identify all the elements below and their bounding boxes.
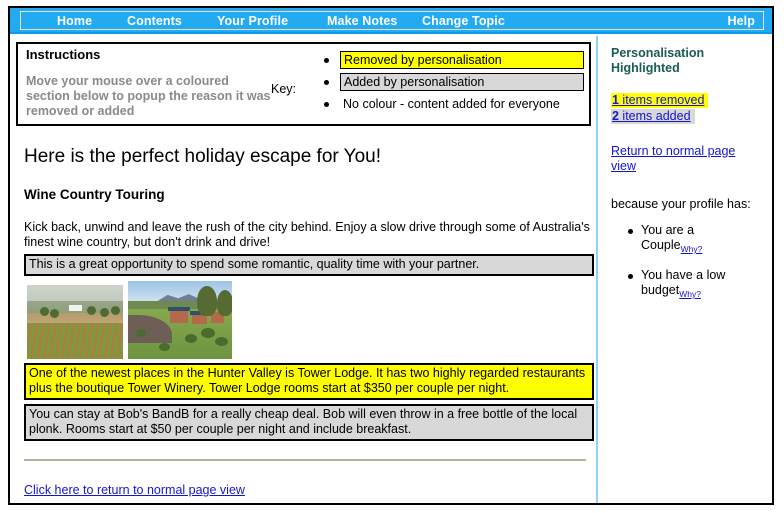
bullet-icon bbox=[628, 274, 633, 279]
personalisation-sidebar: Personalisation Highlighted 1 items remo… bbox=[600, 36, 772, 503]
key-row-added: Added by personalisation bbox=[318, 73, 596, 93]
profile-reason-list: You are a CoupleWhy? You have a low budg… bbox=[609, 223, 760, 299]
horizontal-divider bbox=[24, 459, 586, 461]
browser-window: Home Contents Your Profile Make Notes Ch… bbox=[8, 6, 774, 505]
key-row-none: No colour - content added for everyone bbox=[318, 95, 596, 115]
content-block-partner[interactable]: This is a great opportunity to spend som… bbox=[24, 254, 594, 276]
key-legend-list: Removed by personalisation Added by pers… bbox=[318, 51, 596, 117]
stat-items-added[interactable]: 2 items added bbox=[611, 109, 695, 124]
return-to-normal-view-link[interactable]: Click here to return to normal page view bbox=[24, 483, 245, 497]
sidebar-stats: 1 items removed 2 items added bbox=[611, 93, 760, 124]
removed-label: items removed bbox=[618, 93, 705, 107]
why-link[interactable]: Why? bbox=[679, 289, 701, 299]
nav-item-contents[interactable]: Contents bbox=[127, 14, 182, 28]
stat-items-removed[interactable]: 1 items removed bbox=[611, 93, 709, 108]
profile-item-couple: You are a CoupleWhy? bbox=[628, 223, 737, 254]
instructions-title: Instructions bbox=[26, 47, 101, 62]
bullet-icon bbox=[324, 58, 329, 63]
nav-item-change-topic[interactable]: Change Topic bbox=[422, 14, 505, 28]
page-title: Here is the perfect holiday escape for Y… bbox=[24, 146, 382, 167]
added-count: 2 bbox=[612, 109, 619, 123]
nav-item-make-notes[interactable]: Make Notes bbox=[327, 14, 397, 28]
page-columns: Instructions Move your mouse over a colo… bbox=[10, 36, 772, 503]
sidebar-return-link[interactable]: Return to normal page view bbox=[611, 144, 751, 174]
bullet-icon bbox=[628, 229, 633, 234]
main-content-column: Instructions Move your mouse over a colo… bbox=[10, 36, 598, 503]
profile-item-budget: You have a low budgetWhy? bbox=[628, 268, 737, 299]
top-navigation-bar: Home Contents Your Profile Make Notes Ch… bbox=[10, 8, 772, 34]
photo-strip bbox=[24, 281, 588, 359]
why-link[interactable]: Why? bbox=[681, 244, 703, 254]
key-label: Key: bbox=[271, 82, 297, 96]
key-swatch-removed: Removed by personalisation bbox=[340, 51, 584, 69]
key-row-removed: Removed by personalisation bbox=[318, 51, 596, 71]
winery-garden-photo bbox=[128, 281, 232, 359]
key-swatch-none: No colour - content added for everyone bbox=[343, 97, 560, 111]
article-content: Here is the perfect holiday escape for Y… bbox=[10, 132, 596, 503]
key-swatch-added: Added by personalisation bbox=[340, 73, 584, 91]
nav-item-your-profile[interactable]: Your Profile bbox=[217, 14, 288, 28]
article-subheading: Wine Country Touring bbox=[24, 187, 165, 202]
removed-count: 1 bbox=[612, 93, 619, 107]
content-block-bobs-bandb[interactable]: You can stay at Bob's BandB for a really… bbox=[24, 404, 594, 441]
sidebar-because-label: because your profile has: bbox=[611, 197, 751, 211]
nav-inner-frame: Home Contents Your Profile Make Notes Ch… bbox=[20, 11, 764, 30]
instructions-panel: Instructions Move your mouse over a colo… bbox=[16, 42, 591, 126]
nav-item-home[interactable]: Home bbox=[57, 14, 92, 28]
bullet-icon bbox=[324, 80, 329, 85]
sidebar-title: Personalisation Highlighted bbox=[611, 46, 705, 75]
vineyard-landscape-photo bbox=[27, 285, 123, 359]
content-block-tower-lodge[interactable]: One of the newest places in the Hunter V… bbox=[24, 363, 594, 400]
bullet-icon bbox=[324, 102, 329, 107]
nav-item-help[interactable]: Help bbox=[728, 14, 756, 28]
intro-paragraph: Kick back, unwind and leave the rush of … bbox=[24, 220, 590, 249]
instructions-body: Move your mouse over a coloured section … bbox=[26, 74, 271, 118]
added-label: items added bbox=[618, 109, 691, 123]
